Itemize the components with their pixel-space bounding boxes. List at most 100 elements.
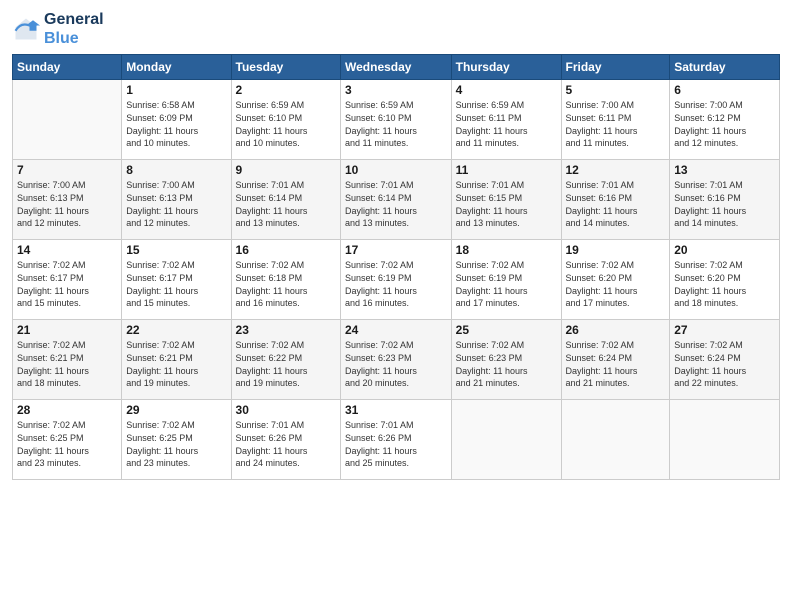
day-cell: 24 Sunrise: 7:02 AM Sunset: 6:23 PM Dayli… [341,320,452,400]
day-cell: 8 Sunrise: 7:00 AM Sunset: 6:13 PM Daylig… [122,160,231,240]
day-info: Sunrise: 7:02 AM Sunset: 6:23 PM Dayligh… [456,339,557,389]
day-number: 10 [345,163,447,177]
day-info: Sunrise: 6:58 AM Sunset: 6:09 PM Dayligh… [126,99,226,149]
day-number: 6 [674,83,775,97]
day-cell: 23 Sunrise: 7:02 AM Sunset: 6:22 PM Dayli… [231,320,340,400]
day-cell [670,400,780,480]
week-row: 28 Sunrise: 7:02 AM Sunset: 6:25 PM Dayli… [13,400,780,480]
day-info: Sunrise: 7:00 AM Sunset: 6:12 PM Dayligh… [674,99,775,149]
day-number: 23 [236,323,336,337]
header-day: Wednesday [341,55,452,80]
day-cell: 25 Sunrise: 7:02 AM Sunset: 6:23 PM Dayli… [451,320,561,400]
header: General Blue [12,10,780,48]
day-cell: 17 Sunrise: 7:02 AM Sunset: 6:19 PM Dayli… [341,240,452,320]
logo-icon [12,15,40,43]
day-info: Sunrise: 7:02 AM Sunset: 6:19 PM Dayligh… [345,259,447,309]
header-day: Saturday [670,55,780,80]
day-number: 14 [17,243,117,257]
day-info: Sunrise: 7:01 AM Sunset: 6:14 PM Dayligh… [345,179,447,229]
week-row: 21 Sunrise: 7:02 AM Sunset: 6:21 PM Dayli… [13,320,780,400]
day-info: Sunrise: 7:00 AM Sunset: 6:13 PM Dayligh… [126,179,226,229]
day-info: Sunrise: 7:02 AM Sunset: 6:21 PM Dayligh… [17,339,117,389]
day-cell: 7 Sunrise: 7:00 AM Sunset: 6:13 PM Daylig… [13,160,122,240]
day-info: Sunrise: 7:02 AM Sunset: 6:23 PM Dayligh… [345,339,447,389]
day-info: Sunrise: 7:02 AM Sunset: 6:19 PM Dayligh… [456,259,557,309]
day-cell: 2 Sunrise: 6:59 AM Sunset: 6:10 PM Daylig… [231,80,340,160]
day-cell: 11 Sunrise: 7:01 AM Sunset: 6:15 PM Dayli… [451,160,561,240]
day-number: 16 [236,243,336,257]
day-info: Sunrise: 7:02 AM Sunset: 6:25 PM Dayligh… [126,419,226,469]
day-info: Sunrise: 6:59 AM Sunset: 6:11 PM Dayligh… [456,99,557,149]
day-number: 5 [566,83,666,97]
day-cell: 12Sunrise: 7:01 AM Sunset: 6:16 PM Dayli… [561,160,670,240]
day-info: Sunrise: 6:59 AM Sunset: 6:10 PM Dayligh… [236,99,336,149]
logo-text: General Blue [44,10,104,48]
day-number: 27 [674,323,775,337]
day-info: Sunrise: 7:02 AM Sunset: 6:21 PM Dayligh… [126,339,226,389]
day-cell: 18 Sunrise: 7:02 AM Sunset: 6:19 PM Dayli… [451,240,561,320]
day-number: 19 [566,243,666,257]
day-number: 22 [126,323,226,337]
day-cell: 21 Sunrise: 7:02 AM Sunset: 6:21 PM Dayli… [13,320,122,400]
week-row: 14 Sunrise: 7:02 AM Sunset: 6:17 PM Dayli… [13,240,780,320]
day-number: 24 [345,323,447,337]
day-number: 2 [236,83,336,97]
day-info: Sunrise: 7:01 AM Sunset: 6:26 PM Dayligh… [345,419,447,469]
day-cell: 13Sunrise: 7:01 AM Sunset: 6:16 PM Dayli… [670,160,780,240]
day-cell: 22 Sunrise: 7:02 AM Sunset: 6:21 PM Dayli… [122,320,231,400]
day-number: 25 [456,323,557,337]
day-info: Sunrise: 7:02 AM Sunset: 6:20 PM Dayligh… [674,259,775,309]
day-number: 3 [345,83,447,97]
day-info: Sunrise: 7:01 AM Sunset: 6:14 PM Dayligh… [236,179,336,229]
day-cell: 16 Sunrise: 7:02 AM Sunset: 6:18 PM Dayli… [231,240,340,320]
day-number: 20 [674,243,775,257]
day-info: Sunrise: 7:02 AM Sunset: 6:22 PM Dayligh… [236,339,336,389]
day-cell: 14 Sunrise: 7:02 AM Sunset: 6:17 PM Dayli… [13,240,122,320]
header-day: Tuesday [231,55,340,80]
day-info: Sunrise: 7:01 AM Sunset: 6:15 PM Dayligh… [456,179,557,229]
day-number: 21 [17,323,117,337]
day-number: 30 [236,403,336,417]
day-cell: 19 Sunrise: 7:02 AM Sunset: 6:20 PM Dayli… [561,240,670,320]
day-cell: 4 Sunrise: 6:59 AM Sunset: 6:11 PM Daylig… [451,80,561,160]
day-info: Sunrise: 7:00 AM Sunset: 6:13 PM Dayligh… [17,179,117,229]
day-cell: 5 Sunrise: 7:00 AM Sunset: 6:11 PM Daylig… [561,80,670,160]
day-info: Sunrise: 7:02 AM Sunset: 6:18 PM Dayligh… [236,259,336,309]
day-number: 1 [126,83,226,97]
day-number: 31 [345,403,447,417]
day-info: Sunrise: 7:00 AM Sunset: 6:11 PM Dayligh… [566,99,666,149]
day-cell [13,80,122,160]
day-info: Sunrise: 7:01 AM Sunset: 6:26 PM Dayligh… [236,419,336,469]
day-number: 28 [17,403,117,417]
day-number: 17 [345,243,447,257]
day-number: 15 [126,243,226,257]
day-number: 4 [456,83,557,97]
day-cell: 26 Sunrise: 7:02 AM Sunset: 6:24 PM Dayli… [561,320,670,400]
day-info: Sunrise: 7:02 AM Sunset: 6:24 PM Dayligh… [674,339,775,389]
day-cell: 20 Sunrise: 7:02 AM Sunset: 6:20 PM Dayli… [670,240,780,320]
day-info: Sunrise: 6:59 AM Sunset: 6:10 PM Dayligh… [345,99,447,149]
day-info: Sunrise: 7:02 AM Sunset: 6:25 PM Dayligh… [17,419,117,469]
page: General Blue SundayMondayTuesdayWednesda… [0,0,792,612]
day-cell: 30 Sunrise: 7:01 AM Sunset: 6:26 PM Dayli… [231,400,340,480]
day-number: 29 [126,403,226,417]
day-number: 11 [456,163,557,177]
day-number: 8 [126,163,226,177]
day-number: 7 [17,163,117,177]
day-info: Sunrise: 7:02 AM Sunset: 6:24 PM Dayligh… [566,339,666,389]
header-day: Sunday [13,55,122,80]
day-number: 26 [566,323,666,337]
week-row: 7 Sunrise: 7:00 AM Sunset: 6:13 PM Daylig… [13,160,780,240]
day-info: Sunrise: 7:02 AM Sunset: 6:20 PM Dayligh… [566,259,666,309]
day-cell: 31 Sunrise: 7:01 AM Sunset: 6:26 PM Dayli… [341,400,452,480]
header-day: Friday [561,55,670,80]
day-cell: 15 Sunrise: 7:02 AM Sunset: 6:17 PM Dayli… [122,240,231,320]
day-cell [451,400,561,480]
day-info: Sunrise: 7:02 AM Sunset: 6:17 PM Dayligh… [17,259,117,309]
header-day: Thursday [451,55,561,80]
day-info: Sunrise: 7:02 AM Sunset: 6:17 PM Dayligh… [126,259,226,309]
day-info: Sunrise: 7:01 AM Sunset: 6:16 PM Dayligh… [674,179,775,229]
week-row: 1 Sunrise: 6:58 AM Sunset: 6:09 PM Daylig… [13,80,780,160]
calendar-table: SundayMondayTuesdayWednesdayThursdayFrid… [12,54,780,480]
day-number: 18 [456,243,557,257]
